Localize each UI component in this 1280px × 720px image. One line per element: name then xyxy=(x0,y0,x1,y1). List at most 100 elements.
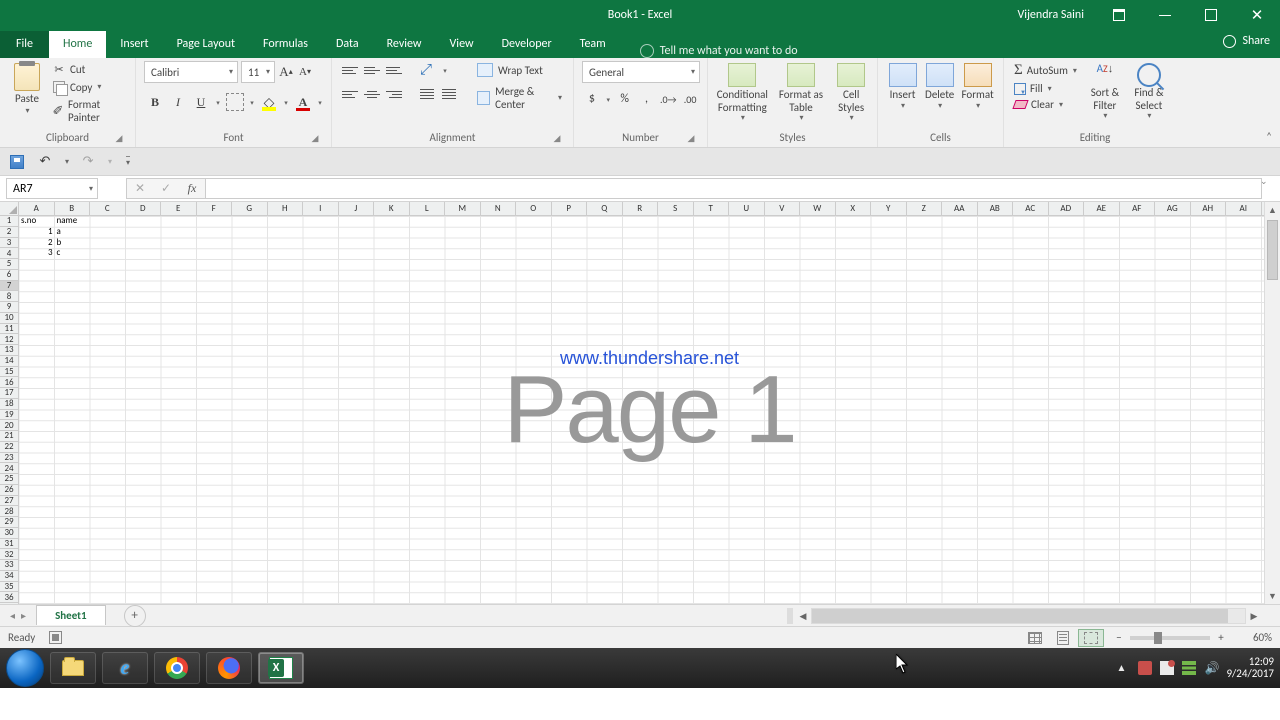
font-color-button[interactable]: A xyxy=(292,91,314,113)
new-sheet-button[interactable]: + xyxy=(124,605,146,627)
align-bottom-button[interactable] xyxy=(384,61,404,79)
tab-team[interactable]: Team xyxy=(566,31,620,58)
save-button[interactable] xyxy=(8,153,26,171)
row-header-33[interactable]: 33 xyxy=(0,560,18,571)
row-header-2[interactable]: 2 xyxy=(0,227,18,238)
row-header-29[interactable]: 29 xyxy=(0,517,18,528)
page-layout-view-button[interactable] xyxy=(1050,629,1076,647)
macro-record-icon[interactable] xyxy=(49,631,62,644)
tray-volume-icon[interactable] xyxy=(1204,661,1218,675)
column-header-G[interactable]: G xyxy=(232,202,268,215)
sheet-nav-prev[interactable]: ▸ xyxy=(21,609,26,622)
row-header-26[interactable]: 26 xyxy=(0,485,18,496)
maximize-button[interactable] xyxy=(1188,0,1234,30)
vertical-scrollbar[interactable]: ▲ ▼ xyxy=(1264,202,1280,604)
tab-data[interactable]: Data xyxy=(322,31,373,58)
column-header-AG[interactable]: AG xyxy=(1155,202,1191,215)
column-header-AB[interactable]: AB xyxy=(978,202,1014,215)
share-button[interactable]: Share xyxy=(1223,34,1270,48)
column-header-N[interactable]: N xyxy=(481,202,517,215)
start-button[interactable] xyxy=(6,649,44,687)
taskbar-excel[interactable] xyxy=(258,652,304,684)
minimize-button[interactable] xyxy=(1142,0,1188,30)
row-header-13[interactable]: 13 xyxy=(0,345,18,356)
tray-show-hidden[interactable]: ▲ xyxy=(1116,661,1130,675)
percent-format-button[interactable]: % xyxy=(615,88,635,110)
tab-file[interactable]: File xyxy=(0,31,49,58)
row-header-32[interactable]: 32 xyxy=(0,549,18,560)
scroll-down-button[interactable]: ▼ xyxy=(1265,588,1280,604)
increase-font-button[interactable]: A▴ xyxy=(278,62,294,82)
column-header-Q[interactable]: Q xyxy=(587,202,623,215)
select-all-button[interactable] xyxy=(0,202,19,215)
worksheet-grid[interactable]: ABCDEFGHIJKLMNOPQRSTUVWXYZAAABACADAEAFAG… xyxy=(0,202,1280,604)
column-header-AC[interactable]: AC xyxy=(1013,202,1049,215)
tab-view[interactable]: View xyxy=(436,31,488,58)
cell-A4[interactable]: 3 xyxy=(19,248,55,259)
zoom-in-button[interactable]: + xyxy=(1214,631,1228,644)
row-header-16[interactable]: 16 xyxy=(0,377,18,388)
collapse-ribbon-button[interactable]: ˄ xyxy=(1266,130,1272,143)
column-header-W[interactable]: W xyxy=(800,202,836,215)
column-header-Y[interactable]: Y xyxy=(871,202,907,215)
undo-button[interactable]: ↶ xyxy=(36,153,54,171)
taskbar-firefox[interactable] xyxy=(206,652,252,684)
redo-dropdown[interactable]: ▾ xyxy=(108,157,112,167)
row-header-11[interactable]: 11 xyxy=(0,324,18,335)
fill-color-dropdown[interactable]: ▾ xyxy=(281,98,291,107)
insert-cells-button[interactable]: Insert▾ xyxy=(886,61,919,113)
tab-page-layout[interactable]: Page Layout xyxy=(163,31,249,58)
decrease-indent-button[interactable] xyxy=(418,85,438,103)
tab-home[interactable]: Home xyxy=(49,31,106,58)
font-launcher[interactable]: ◢ xyxy=(309,133,321,145)
column-header-AI[interactable]: AI xyxy=(1226,202,1262,215)
delete-cells-button[interactable]: Delete▾ xyxy=(923,61,956,113)
sheet-tab-sheet1[interactable]: Sheet1 xyxy=(36,605,106,625)
border-dropdown[interactable]: ▾ xyxy=(247,98,257,107)
align-top-button[interactable] xyxy=(340,61,360,79)
tell-me-search[interactable]: Tell me what you want to do xyxy=(640,44,798,58)
column-header-T[interactable]: T xyxy=(694,202,730,215)
row-header-18[interactable]: 18 xyxy=(0,399,18,410)
taskbar-chrome[interactable] xyxy=(154,652,200,684)
vertical-scroll-thumb[interactable] xyxy=(1267,220,1278,280)
font-name-combo[interactable]: Calibri xyxy=(144,61,238,83)
align-center-button[interactable] xyxy=(362,85,382,103)
cell-B4[interactable]: c xyxy=(55,248,91,259)
column-header-L[interactable]: L xyxy=(410,202,446,215)
ribbon-display-options-button[interactable] xyxy=(1096,0,1142,30)
column-header-X[interactable]: X xyxy=(836,202,872,215)
tab-developer[interactable]: Developer xyxy=(488,31,566,58)
comma-format-button[interactable]: , xyxy=(637,88,657,110)
row-header-35[interactable]: 35 xyxy=(0,582,18,593)
column-header-E[interactable]: E xyxy=(161,202,197,215)
conditional-formatting-button[interactable]: Conditional Formatting ▾ xyxy=(716,61,769,125)
scroll-left-button[interactable]: ◀ xyxy=(795,611,811,622)
qat-customize[interactable]: ▾ xyxy=(126,156,130,168)
border-button[interactable] xyxy=(224,91,246,113)
normal-view-button[interactable] xyxy=(1022,629,1048,647)
row-header-1[interactable]: 1 xyxy=(0,216,18,227)
cells-area[interactable]: s.noname1a2b3c Page 1 www.thundershare.n… xyxy=(19,216,1280,604)
align-right-button[interactable] xyxy=(384,85,404,103)
row-header-7[interactable]: 7 xyxy=(0,281,18,292)
format-painter-button[interactable]: Format Painter xyxy=(50,97,127,125)
cut-button[interactable]: Cut xyxy=(50,61,127,77)
enter-formula-button[interactable]: ✓ xyxy=(153,179,179,198)
row-header-36[interactable]: 36 xyxy=(0,592,18,603)
tray-network-icon[interactable] xyxy=(1182,661,1196,675)
zoom-track[interactable] xyxy=(1130,636,1210,640)
scroll-right-button[interactable]: ▶ xyxy=(1246,611,1262,622)
accounting-format-button[interactable]: $ xyxy=(582,88,602,110)
tray-clock[interactable]: 12:09 9/24/2017 xyxy=(1226,656,1274,680)
name-box[interactable]: AR7 xyxy=(6,178,98,199)
zoom-slider[interactable]: − + xyxy=(1112,631,1228,644)
tray-shield-icon[interactable] xyxy=(1138,661,1152,675)
column-header-Z[interactable]: Z xyxy=(907,202,943,215)
column-header-C[interactable]: C xyxy=(90,202,126,215)
fill-button[interactable]: Fill ▾ xyxy=(1012,81,1079,96)
row-header-34[interactable]: 34 xyxy=(0,571,18,582)
row-header-28[interactable]: 28 xyxy=(0,506,18,517)
row-header-4[interactable]: 4 xyxy=(0,248,18,259)
insert-function-button[interactable]: fx xyxy=(179,179,205,198)
